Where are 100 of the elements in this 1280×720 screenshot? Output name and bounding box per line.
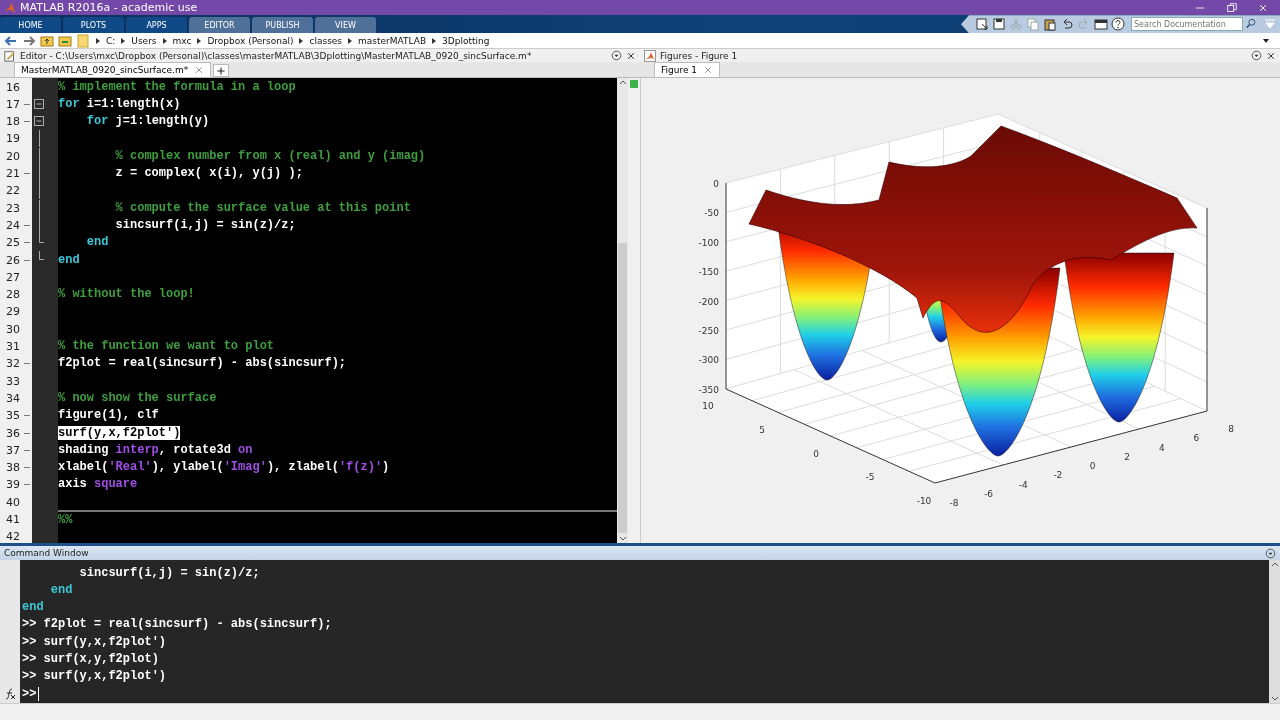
editor-pencil-icon <box>4 49 16 62</box>
panel-title: Command Window <box>4 548 89 559</box>
new-tab-button[interactable] <box>213 64 230 78</box>
search-field[interactable]: Search Documentation <box>1131 17 1243 32</box>
tab-close-icon[interactable] <box>194 65 205 76</box>
line-number: 36 <box>5 426 20 440</box>
fold-toggle-icon[interactable] <box>34 98 44 109</box>
axis-tick-label: -350 <box>698 385 719 396</box>
line-number: 35 <box>5 409 20 423</box>
code-line: figure(1), clf <box>58 408 159 424</box>
console-line: >> surf(y,x,f2plot') <box>22 634 167 650</box>
axis-tick-label: -10 <box>916 496 932 507</box>
line-number: 37 <box>5 443 20 457</box>
line-number: 16 <box>5 80 20 94</box>
code-line: % compute the surface value at this point <box>114 200 411 216</box>
restore-icon[interactable] <box>1226 1 1238 14</box>
line-number: 34 <box>5 391 20 405</box>
line-number: 42 <box>5 530 20 544</box>
back-icon[interactable] <box>4 33 18 48</box>
ribbon-tab[interactable]: VIEW <box>315 17 376 34</box>
line-number: 40 <box>5 495 20 509</box>
up-folder-icon[interactable] <box>40 33 54 48</box>
panel-menu-icon[interactable] <box>611 50 622 62</box>
breadcrumb-item[interactable]: classes <box>309 35 343 46</box>
axis-tick-label: -250 <box>698 326 719 337</box>
dropdown-arrow-icon[interactable] <box>1262 36 1270 45</box>
line-number: 24 <box>5 218 20 232</box>
axis-tick-label: 0 <box>1089 461 1096 472</box>
line-number: 23 <box>5 201 20 215</box>
paste-icon[interactable] <box>1043 17 1057 32</box>
code-line: % the function we want to plot <box>58 339 275 355</box>
search-icon[interactable] <box>1245 18 1257 31</box>
window-title: MATLAB R2016a - academic use <box>20 1 198 15</box>
breadcrumb-arrow-icon[interactable] <box>94 36 102 45</box>
code-line: sincsurf(i,j) = sin(z)/z; <box>114 217 296 233</box>
line-number: 21 <box>5 167 20 181</box>
breadcrumb-item[interactable]: mxc <box>172 35 192 46</box>
fold-toggle-icon[interactable] <box>34 116 44 127</box>
code-line: f2plot = real(sincsurf) - abs(sincsurf); <box>58 356 347 372</box>
breadcrumb-item[interactable]: masterMATLAB <box>358 35 427 46</box>
figure-tab[interactable]: Figure 1 <box>654 62 721 78</box>
file-tab[interactable]: MasterMATLAB_0920_sincSurface.m* <box>14 62 212 78</box>
axis-tick-label: 2 <box>1124 452 1130 463</box>
forward-icon[interactable] <box>22 33 36 48</box>
help-icon[interactable] <box>1111 17 1125 32</box>
ribbon-tab[interactable]: EDITOR <box>189 17 250 34</box>
panel-menu-icon[interactable] <box>1265 547 1276 559</box>
breadcrumb-item[interactable]: Dropbox (Personal) <box>207 35 294 46</box>
window-layout-icon[interactable] <box>1094 17 1108 32</box>
line-number: 33 <box>5 374 20 388</box>
scrollbar[interactable] <box>617 78 628 544</box>
ribbon-tab[interactable]: PLOTS <box>63 17 124 34</box>
function-browser-icon[interactable] <box>3 686 17 701</box>
axis-tick-label: -300 <box>698 355 719 366</box>
close-icon[interactable] <box>1258 2 1268 13</box>
line-number: 26 <box>5 253 20 267</box>
axis-tick-label: 0 <box>813 448 819 459</box>
close-icon[interactable] <box>626 50 636 61</box>
axis-tick-label: 5 <box>759 425 765 436</box>
breadcrumb-item[interactable]: 3Dplotting <box>442 35 490 46</box>
axis-tick-label: -200 <box>698 297 719 308</box>
close-icon[interactable] <box>1266 50 1276 61</box>
line-number: 28 <box>5 288 20 302</box>
axis-tick-label: -6 <box>984 489 994 500</box>
breadcrumb-item[interactable]: C: <box>106 35 116 46</box>
axis-tick-label: 6 <box>1193 433 1200 444</box>
code-line: shading interp, rotate3d on <box>58 442 253 458</box>
axis-tick-label: -5 <box>865 472 875 483</box>
breadcrumb-item[interactable]: Users <box>131 35 157 46</box>
ribbon-tab[interactable]: HOME <box>0 17 61 34</box>
console-line: end <box>22 600 44 616</box>
console-line: >> surf(x,y,f2plot) <box>22 652 159 668</box>
panel-title: Figures - Figure 1 <box>660 50 738 61</box>
axis-tick-label: -4 <box>1018 479 1028 490</box>
code-line: % without the loop! <box>58 287 195 303</box>
line-number: 25 <box>5 236 20 250</box>
export-icon[interactable] <box>975 17 989 32</box>
breadcrumb-arrow-icon[interactable] <box>160 36 169 45</box>
axis-tick-label: -150 <box>698 267 719 278</box>
tab-close-icon[interactable] <box>703 65 714 76</box>
code-line: end <box>58 252 80 268</box>
browse-folder-icon[interactable] <box>58 33 72 48</box>
code-line: for j=1:length(y) <box>85 114 210 130</box>
text-cursor <box>38 687 40 702</box>
line-number: 32 <box>5 357 20 371</box>
ribbon-tab[interactable]: PUBLISH <box>252 17 313 34</box>
panel-menu-icon[interactable] <box>1251 50 1262 62</box>
ribbon-tab[interactable]: APPS <box>126 17 187 34</box>
scrollbar[interactable] <box>1269 560 1280 703</box>
axis-tick-label: -50 <box>704 208 719 219</box>
code-line: z = complex( x(i), y(j) ); <box>114 166 303 182</box>
axis-tick-label: 10 <box>702 401 714 412</box>
command-prompt: >> <box>22 686 37 702</box>
code-line: axis square <box>58 477 138 493</box>
line-number: 20 <box>5 149 20 163</box>
line-number: 22 <box>5 184 20 198</box>
line-number: 41 <box>5 513 20 526</box>
save-icon[interactable] <box>992 17 1006 32</box>
axis-tick-label: -100 <box>698 238 719 249</box>
axis-tick-label: 4 <box>1158 442 1165 453</box>
